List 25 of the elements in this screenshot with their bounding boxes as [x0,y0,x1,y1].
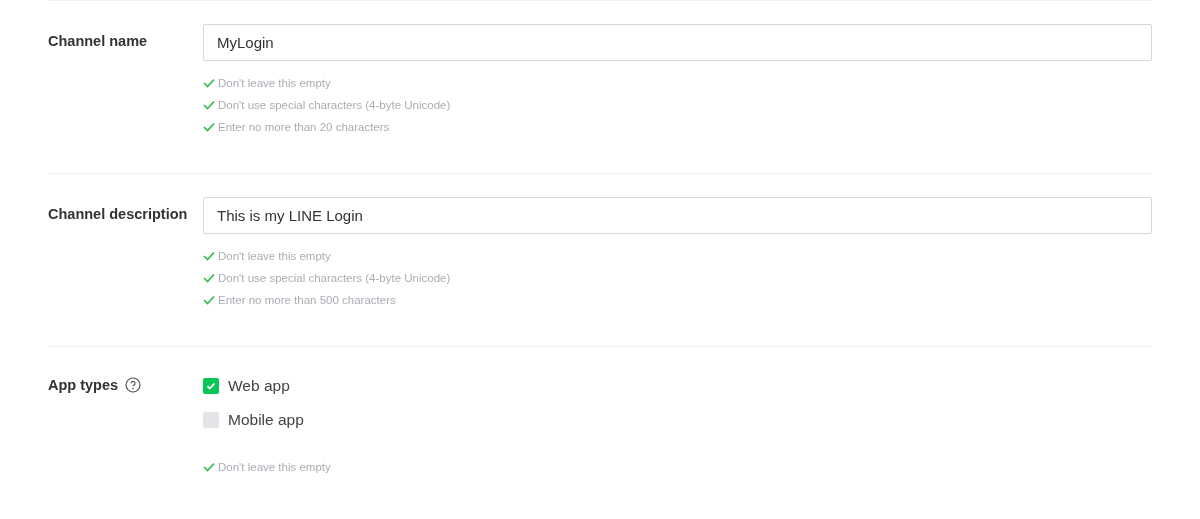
validation-hint: Enter no more than 20 characters [218,120,390,135]
check-icon [206,381,216,391]
check-icon [203,100,215,110]
checkbox[interactable] [203,412,219,428]
check-icon [203,462,215,472]
checkbox-option[interactable]: Mobile app [203,411,1152,429]
validation-hint: Don't use special characters (4-byte Unicode) [218,271,451,286]
checkbox[interactable] [203,378,219,394]
text-field[interactable]: This is my LINE Login [203,197,1152,234]
validation-hint: Don't leave this empty [218,76,331,91]
validation-hint: Enter no more than 500 characters [218,293,396,308]
check-icon [203,295,215,305]
field-label: Channel description [48,206,188,222]
validation-hint: Don't use special characters (4-byte Unicode) [218,98,451,113]
check-icon [203,251,215,261]
checkbox-option[interactable]: Web app [203,377,1152,395]
text-field[interactable]: MyLogin [203,24,1152,61]
check-icon [203,273,215,283]
field-label: App types [48,377,119,393]
validation-hint: Don't leave this empty [218,249,331,264]
field-label: Channel name [48,33,148,49]
check-icon [203,122,215,132]
validation-hint: Don't leave this empty [218,460,331,475]
help-icon[interactable] [125,377,142,393]
check-icon [203,78,215,88]
